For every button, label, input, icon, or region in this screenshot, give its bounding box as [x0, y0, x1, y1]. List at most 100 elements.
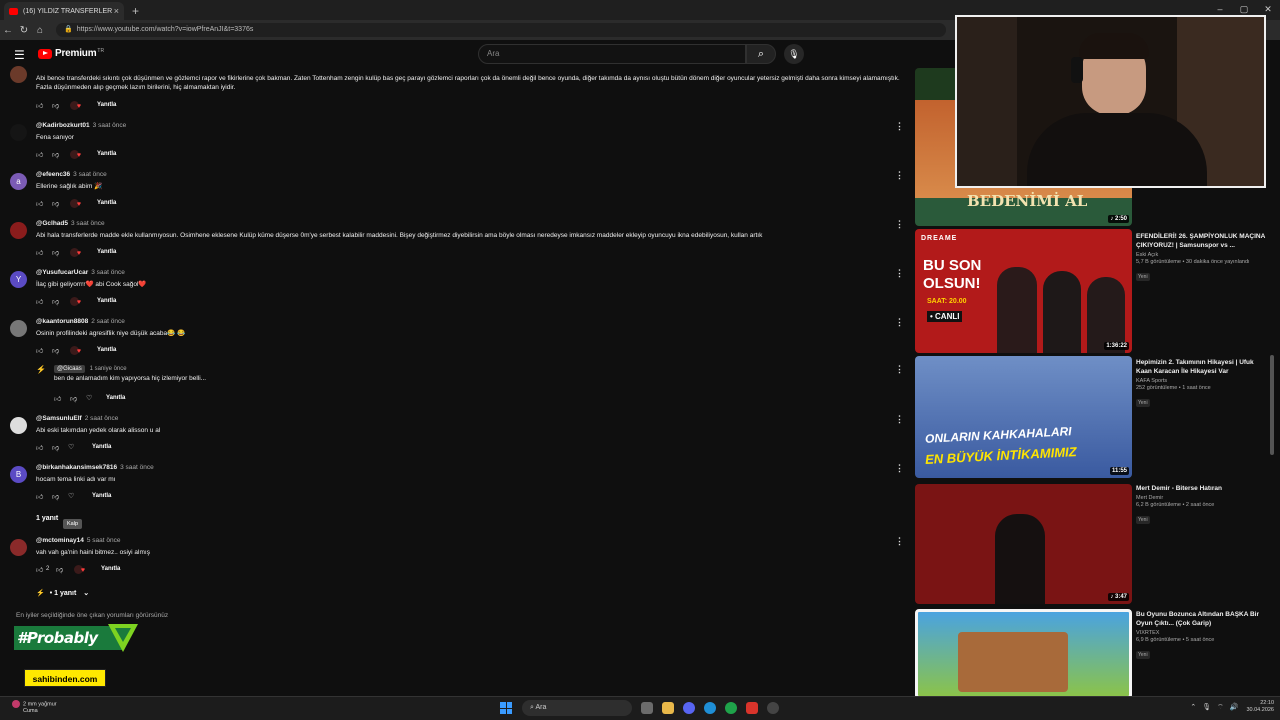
reply-button[interactable]: Yanıtla — [97, 200, 116, 206]
avatar[interactable] — [10, 417, 27, 434]
video-thumbnail[interactable]: ONLARIN KAHKAHALARI EN BÜYÜK İNTİKAMIMIZ… — [915, 356, 1132, 478]
voice-search-button[interactable]: 🎙 — [784, 44, 804, 64]
taskbar-search[interactable]: ⌕ Ara — [522, 700, 632, 716]
video-channel[interactable]: KAFA Sports — [1136, 378, 1266, 384]
edge-icon[interactable] — [704, 702, 716, 714]
video-channel[interactable]: VIXRTEX — [1136, 630, 1266, 636]
new-tab-button[interactable]: + — [132, 2, 139, 20]
reply-button[interactable]: Yanıtla — [97, 151, 116, 157]
file-explorer-icon[interactable] — [662, 702, 674, 714]
obs-icon[interactable] — [746, 702, 758, 714]
more-options-icon[interactable]: ⋮ — [895, 219, 904, 230]
microphone-icon[interactable]: 🎙 — [1202, 703, 1211, 711]
search-button[interactable]: ⌕ — [746, 44, 776, 64]
video-channel[interactable]: Mert Demir — [1136, 495, 1266, 501]
discord-icon[interactable] — [683, 702, 695, 714]
reply-button[interactable]: Yanıtla — [97, 298, 116, 304]
avatar[interactable] — [10, 222, 27, 239]
video-channel[interactable]: Eski Açık — [1136, 252, 1266, 258]
search-input[interactable]: Ara — [478, 44, 746, 64]
like-icon[interactable]: 👍︎ — [36, 248, 52, 257]
avatar[interactable]: a — [10, 173, 27, 190]
dislike-icon[interactable]: 👎︎ — [52, 492, 68, 501]
dislike-icon[interactable]: 👎︎ — [52, 101, 68, 110]
refresh-icon[interactable]: ↻ — [16, 25, 32, 36]
video-thumbnail[interactable]: DREAME BU SON OLSUN! SAAT: 20.00 • CANLI… — [915, 229, 1132, 353]
reply-button[interactable]: Yanıtla — [101, 566, 120, 572]
reply-button[interactable]: Yanıtla — [92, 444, 111, 450]
heart-outline-icon[interactable]: ♡ — [86, 394, 102, 402]
view-replies-button[interactable]: 1 yanıt — [36, 515, 58, 522]
url-input[interactable]: 🔒 https://www.youtube.com/watch?v=iowPfre… — [56, 23, 946, 37]
more-options-icon[interactable]: ⋮ — [895, 317, 904, 328]
reply-button[interactable]: Yanıtla — [97, 249, 116, 255]
dislike-icon[interactable]: 👎︎ — [70, 394, 86, 403]
weather-widget[interactable]: 2 mm yağmur Cuma — [12, 700, 57, 715]
steam-icon[interactable] — [767, 702, 779, 714]
heart-outline-icon[interactable]: ♡ — [68, 443, 84, 451]
video-title[interactable]: Bu Oyunu Bozunca Altından BAŞKA Bir Oyun… — [1136, 610, 1266, 628]
comment-author[interactable]: @YusufucarUcar 3 saat önce — [36, 269, 125, 276]
avatar[interactable] — [10, 66, 27, 83]
home-icon[interactable]: ⌂ — [32, 25, 48, 36]
comment-author[interactable]: @Gclhad5 3 saat önce — [36, 220, 105, 227]
video-thumbnail[interactable] — [915, 609, 1132, 696]
like-icon[interactable]: 👍︎ — [36, 150, 52, 159]
volume-icon[interactable]: 🔊 — [1230, 703, 1239, 711]
dislike-icon[interactable]: 👎︎ — [52, 346, 68, 355]
view-replies-button-2[interactable]: ⚡ • 1 yanıt ⌄ — [36, 589, 89, 597]
dislike-icon[interactable]: 👎︎ — [52, 443, 68, 452]
like-icon[interactable]: 👍︎ — [36, 101, 52, 110]
avatar[interactable] — [10, 124, 27, 141]
comment-author[interactable]: @mctominay14 5 saat önce — [36, 537, 121, 544]
like-icon[interactable]: 👍︎ — [36, 297, 52, 306]
video-title[interactable]: Hepimizin 2. Takımının Hikayesi | Ufuk K… — [1136, 358, 1266, 376]
windows-start-icon[interactable] — [500, 702, 512, 714]
comment-author[interactable]: @efeenc36 3 saat önce — [36, 171, 107, 178]
comment-author[interactable]: @SamsunluElf 2 saat önce — [36, 415, 118, 422]
comment-author[interactable]: @Kadirbozkurt01 3 saat önce — [36, 122, 126, 129]
dislike-icon[interactable]: 👎︎ — [52, 199, 68, 208]
like-icon[interactable]: 👍︎ — [36, 443, 52, 452]
reply-button[interactable]: Yanıtla — [97, 347, 116, 353]
reply-button[interactable]: Yanıtla — [92, 493, 111, 499]
task-view-icon[interactable] — [641, 702, 653, 714]
wifi-icon[interactable]: ⌔ — [1217, 703, 1224, 712]
reply-button[interactable]: Yanıtla — [97, 102, 116, 108]
video-title[interactable]: EFENDİLERİ! 26. ŞAMPİYONLUK MAÇINA ÇIKIY… — [1136, 232, 1266, 250]
dislike-icon[interactable]: 👎︎ — [52, 248, 68, 257]
whatsapp-icon[interactable] — [725, 702, 737, 714]
youtube-logo[interactable]: Premium TR — [38, 48, 104, 59]
avatar[interactable]: Y — [10, 271, 27, 288]
close-tab-icon[interactable]: × — [114, 6, 119, 16]
comment-author[interactable]: @kaantorun8808 2 saat önce — [36, 318, 125, 325]
like-icon[interactable]: 👍︎ — [54, 394, 70, 403]
dislike-icon[interactable]: 👎︎ — [52, 297, 68, 306]
like-icon[interactable]: 👍︎ — [36, 492, 52, 501]
browser-tab[interactable]: (16) YILDIZ TRANSFERLER VE AV... × — [4, 2, 124, 20]
avatar[interactable] — [10, 539, 27, 556]
like-icon[interactable]: 👍︎ — [36, 199, 52, 208]
more-options-icon[interactable]: ⋮ — [895, 414, 904, 425]
more-options-icon[interactable]: ⋮ — [895, 536, 904, 547]
dislike-icon[interactable]: 👎︎ — [52, 150, 68, 159]
more-options-icon[interactable]: ⋮ — [895, 170, 904, 181]
avatar[interactable] — [10, 320, 27, 337]
video-thumbnail[interactable]: ♪ 3:47 — [915, 484, 1132, 604]
back-icon[interactable]: ← — [0, 25, 16, 36]
menu-icon[interactable]: ☰ — [14, 48, 25, 62]
video-title[interactable]: Mert Demir - Biterse Hatıran — [1136, 484, 1266, 493]
heart-outline-icon[interactable]: ♡ — [68, 492, 84, 500]
dislike-icon[interactable]: 👎︎ — [56, 565, 72, 574]
more-options-icon[interactable]: ⋮ — [895, 463, 904, 474]
more-options-icon[interactable]: ⋮ — [895, 268, 904, 279]
reply-mention[interactable]: @Gicaas — [54, 365, 85, 373]
sidebar-scrollbar[interactable] — [1270, 355, 1274, 455]
chevron-up-icon[interactable]: ⌃ — [1190, 703, 1196, 711]
more-options-icon[interactable]: ⋮ — [895, 364, 904, 375]
like-icon[interactable]: 👍︎ — [36, 346, 52, 355]
comment-author[interactable]: @birkanhakansimsek7816 3 saat önce — [36, 464, 154, 471]
more-options-icon[interactable]: ⋮ — [895, 121, 904, 132]
clock[interactable]: 22:10 30.04.2026 — [1246, 700, 1274, 714]
reply-button[interactable]: Yanıtla — [106, 395, 125, 401]
